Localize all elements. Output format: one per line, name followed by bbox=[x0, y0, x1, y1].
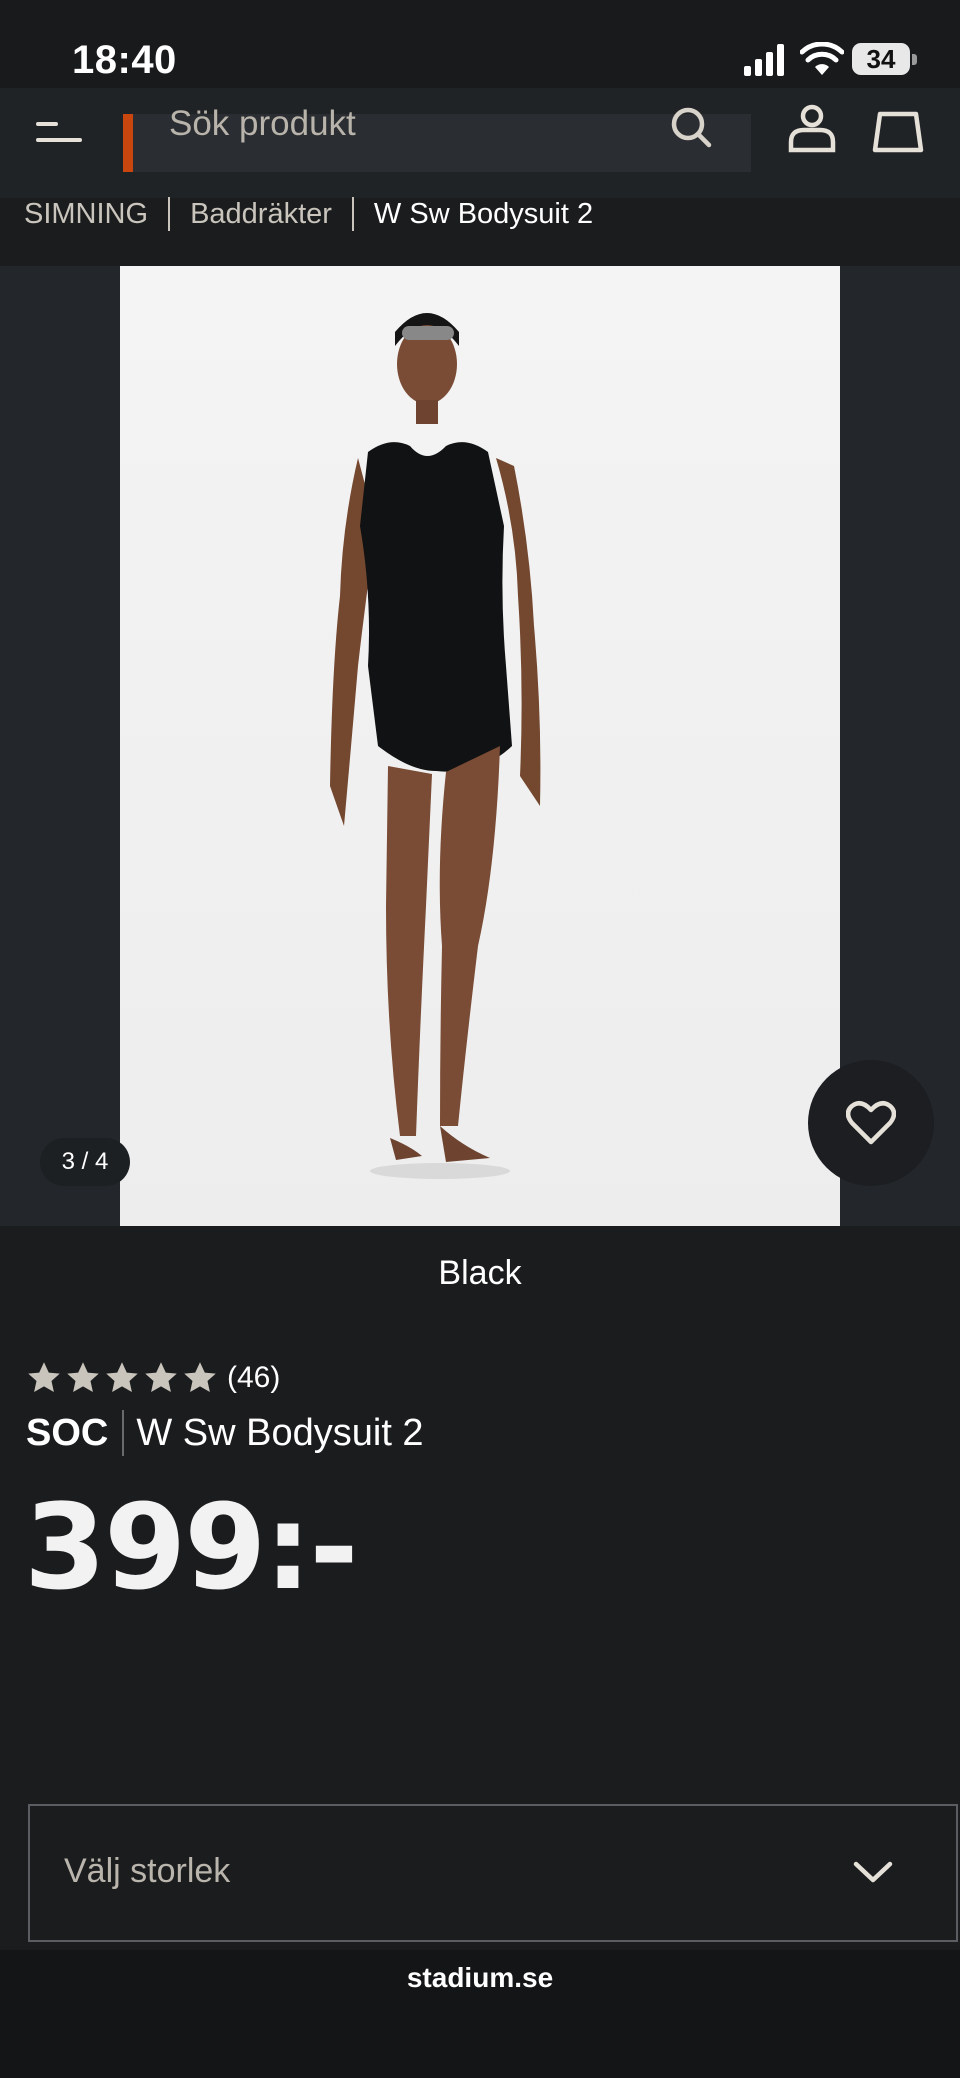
status-time: 18:40 bbox=[72, 38, 177, 82]
menu-icon[interactable] bbox=[36, 120, 82, 146]
cart-icon[interactable] bbox=[872, 110, 924, 154]
title-divider bbox=[122, 1410, 125, 1456]
star-icon bbox=[28, 1362, 60, 1392]
selected-color-label: Black bbox=[438, 1254, 522, 1292]
search-placeholder: Sök produkt bbox=[169, 104, 356, 143]
product-brand[interactable]: SOC bbox=[26, 1412, 108, 1455]
breadcrumb: SIMNING Baddräkter W Sw Bodysuit 2 bbox=[24, 196, 593, 232]
battery-indicator: 34 bbox=[852, 43, 918, 77]
search-icon[interactable] bbox=[668, 104, 714, 150]
search-accent-bar bbox=[123, 114, 133, 172]
product-title: SOC W Sw Bodysuit 2 bbox=[26, 1410, 424, 1456]
wifi-icon bbox=[800, 42, 844, 75]
breadcrumb-item-current: W Sw Bodysuit 2 bbox=[373, 197, 594, 230]
account-icon[interactable] bbox=[786, 102, 838, 154]
star-icon bbox=[106, 1362, 138, 1392]
wishlist-button[interactable] bbox=[808, 1060, 934, 1186]
star-icon bbox=[67, 1362, 99, 1392]
image-counter: 3 / 4 bbox=[40, 1138, 130, 1186]
heart-icon bbox=[846, 1101, 896, 1145]
review-count: (46) bbox=[227, 1361, 281, 1394]
product-image[interactable] bbox=[120, 266, 840, 1226]
product-price: 399:- bbox=[24, 1478, 358, 1616]
browser-url[interactable]: stadium.se bbox=[0, 1962, 960, 1994]
product-name: W Sw Bodysuit 2 bbox=[136, 1411, 424, 1454]
signal-icon bbox=[744, 44, 784, 76]
breadcrumb-separator bbox=[168, 197, 171, 231]
breadcrumb-separator bbox=[351, 197, 354, 231]
breadcrumb-item-baddrakter[interactable]: Baddräkter bbox=[190, 198, 332, 231]
star-icon bbox=[145, 1362, 177, 1392]
size-select-label: Välj storlek bbox=[64, 1852, 231, 1890]
battery-level: 34 bbox=[866, 44, 896, 74]
chevron-down-icon bbox=[853, 1861, 893, 1883]
breadcrumb-item-simning[interactable]: SIMNING bbox=[24, 198, 148, 231]
product-rating[interactable]: (46) bbox=[26, 1360, 280, 1396]
star-icon bbox=[184, 1362, 216, 1392]
